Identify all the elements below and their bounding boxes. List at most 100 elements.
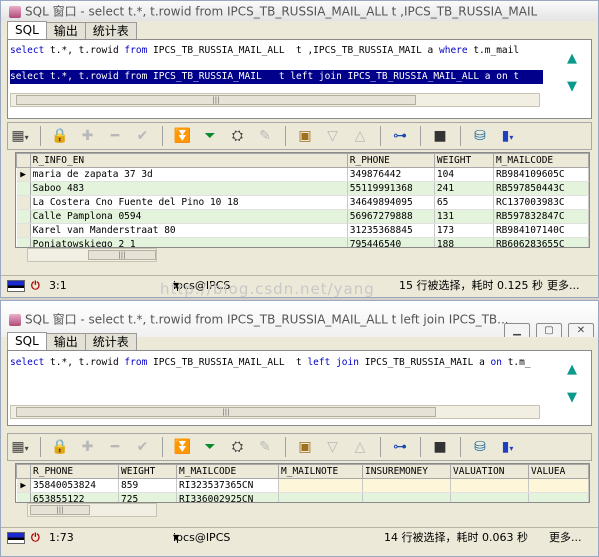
- table-cell[interactable]: RB984107140C: [493, 223, 589, 238]
- grid-1-hscrollbar[interactable]: |||: [27, 248, 157, 262]
- export-icon[interactable]: ▣: [294, 125, 316, 147]
- table-cell[interactable]: 859: [118, 478, 177, 493]
- column-header[interactable]: VALUATION: [450, 464, 529, 479]
- tab-stats[interactable]: 统计表: [84, 22, 137, 40]
- database-icon[interactable]: ⛁: [469, 436, 491, 458]
- binoculars-icon[interactable]: ⛭: [227, 436, 249, 458]
- current-row-indicator-icon[interactable]: ▶: [16, 167, 31, 182]
- editor-1-hscrollbar[interactable]: |||: [10, 93, 540, 107]
- table-cell[interactable]: Calle Pamplona 0594: [30, 209, 348, 224]
- column-header[interactable]: WEIGHT: [433, 153, 494, 168]
- sql-line-1[interactable]: select t.*, t.rowid from IPCS_TB_RUSSIA_…: [10, 356, 543, 370]
- grid-1-scroll-thumb[interactable]: |||: [88, 250, 156, 260]
- editor-2-scroll-thumb[interactable]: |||: [16, 407, 436, 417]
- column-header[interactable]: R_PHONE: [346, 153, 435, 168]
- more-link[interactable]: 更多...: [549, 528, 582, 547]
- fetch-all-icon[interactable]: ⏷: [199, 125, 221, 147]
- sql-line-1[interactable]: select t.*, t.rowid from IPCS_TB_RUSSIA_…: [10, 44, 543, 58]
- eraser-icon[interactable]: ✎: [254, 125, 276, 147]
- table-cell[interactable]: [450, 478, 529, 493]
- filter-down-icon[interactable]: ▽: [322, 125, 344, 147]
- grid-icon[interactable]: ▦▾: [9, 436, 31, 458]
- lock-icon[interactable]: 🔒: [49, 436, 71, 458]
- row-header[interactable]: [16, 181, 31, 196]
- table-row[interactable]: ▶ maria de zapata 37 3d 349876442 104 RB…: [16, 167, 589, 182]
- table-cell[interactable]: [528, 492, 589, 502]
- up-arrow-icon[interactable]: ▲: [565, 52, 579, 66]
- stop-icon[interactable]: ⏻: [31, 276, 40, 295]
- column-header[interactable]: R_INFO_EN: [29, 153, 348, 168]
- row-header-corner[interactable]: [16, 153, 31, 168]
- down-arrow-icon[interactable]: ▼: [565, 391, 579, 405]
- grid-icon[interactable]: ▦▾: [9, 125, 31, 147]
- plus-icon[interactable]: ✚: [77, 436, 99, 458]
- table-row[interactable]: Karel van Manderstraat 80 31235368845 17…: [16, 223, 589, 238]
- fetch-next-icon[interactable]: ⏬: [172, 125, 194, 147]
- table-cell[interactable]: [362, 492, 451, 502]
- table-row[interactable]: ▶ 35840053824 859 RI323537365CN: [16, 478, 589, 493]
- filter-up-icon[interactable]: △: [349, 125, 371, 147]
- fetch-all-icon[interactable]: ⏷: [199, 436, 221, 458]
- table-cell[interactable]: [528, 478, 589, 493]
- table-cell[interactable]: Saboo 483: [30, 181, 348, 196]
- eraser-icon[interactable]: ✎: [254, 436, 276, 458]
- table-cell[interactable]: [362, 478, 451, 493]
- table-cell[interactable]: RB597850443C: [493, 181, 589, 196]
- window-1-titlebar[interactable]: SQL 窗口 - select t.*, t.rowid from IPCS_T…: [1, 1, 598, 21]
- row-header[interactable]: [16, 195, 31, 210]
- down-arrow-icon[interactable]: ▼: [565, 80, 579, 94]
- export-icon[interactable]: ▣: [294, 436, 316, 458]
- table-cell[interactable]: 35840053824: [30, 478, 119, 493]
- table-cell[interactable]: 241: [434, 181, 494, 196]
- table-row[interactable]: Saboo 483 55119991368 241 RB597850443C: [16, 181, 589, 196]
- table-cell[interactable]: 65: [434, 195, 494, 210]
- table-row[interactable]: 653855122 725 RI336002925CN: [16, 492, 589, 502]
- table-cell[interactable]: 34649894095: [347, 195, 435, 210]
- tab-sql[interactable]: SQL: [7, 332, 47, 351]
- table-cell[interactable]: 104: [434, 167, 494, 182]
- table-cell[interactable]: RB597832847C: [493, 209, 589, 224]
- column-header[interactable]: INSUREMONEY: [362, 464, 451, 479]
- fetch-next-icon[interactable]: ⏬: [172, 436, 194, 458]
- chart-icon[interactable]: ▮▾: [497, 125, 519, 147]
- check-icon[interactable]: ✔: [132, 125, 154, 147]
- up-arrow-icon[interactable]: ▲: [565, 363, 579, 377]
- table-cell[interactable]: 653855122: [30, 492, 119, 502]
- row-header-corner[interactable]: [16, 464, 31, 479]
- table-row[interactable]: Poniatowskiego 2 1 795446540 188 RB60628…: [16, 237, 589, 247]
- table-cell[interactable]: 56967279888: [347, 209, 435, 224]
- stop-icon[interactable]: ⏻: [31, 528, 40, 547]
- table-cell[interactable]: 55119991368: [347, 181, 435, 196]
- table-cell[interactable]: RI323537365CN: [176, 478, 279, 493]
- close-button[interactable]: ✕: [568, 323, 594, 337]
- current-row-indicator-icon[interactable]: ▶: [16, 478, 31, 493]
- table-cell[interactable]: RB984109605C: [493, 167, 589, 182]
- grid-2-hscrollbar[interactable]: |||: [27, 503, 157, 517]
- row-header[interactable]: [16, 237, 31, 247]
- table-cell[interactable]: 725: [118, 492, 177, 502]
- table-cell[interactable]: 173: [434, 223, 494, 238]
- table-cell[interactable]: Poniatowskiego 2 1: [30, 237, 348, 247]
- grid-2-scroll-thumb[interactable]: |||: [30, 505, 90, 515]
- tab-output[interactable]: 输出: [45, 333, 86, 351]
- tree-icon[interactable]: ⊶: [389, 125, 411, 147]
- sql-line-2-selected[interactable]: select t.*, t.rowid from IPCS_TB_RUSSIA_…: [10, 70, 543, 84]
- tree-icon[interactable]: ⊶: [389, 436, 411, 458]
- table-cell[interactable]: 131: [434, 209, 494, 224]
- column-header[interactable]: M_MAILNOTE: [278, 464, 363, 479]
- sql-editor-2[interactable]: select t.*, t.rowid from IPCS_TB_RUSSIA_…: [7, 350, 592, 426]
- maximize-button[interactable]: ▢: [536, 323, 562, 337]
- row-header[interactable]: [16, 223, 31, 238]
- editor-1-scroll-thumb[interactable]: |||: [16, 95, 416, 105]
- column-header[interactable]: R_PHONE: [30, 464, 119, 479]
- binoculars-icon[interactable]: ⛭: [227, 125, 249, 147]
- table-cell[interactable]: [278, 478, 363, 493]
- row-header[interactable]: [16, 492, 31, 502]
- save-icon[interactable]: ■: [429, 436, 451, 458]
- table-cell[interactable]: 349876442: [347, 167, 435, 182]
- editor-2-hscrollbar[interactable]: |||: [10, 405, 540, 419]
- column-header[interactable]: VALUEA: [528, 464, 589, 479]
- table-row[interactable]: Calle Pamplona 0594 56967279888 131 RB59…: [16, 209, 589, 224]
- minus-icon[interactable]: ━: [104, 436, 126, 458]
- table-row[interactable]: La Costera Cno Fuente del Pino 10 18 346…: [16, 195, 589, 210]
